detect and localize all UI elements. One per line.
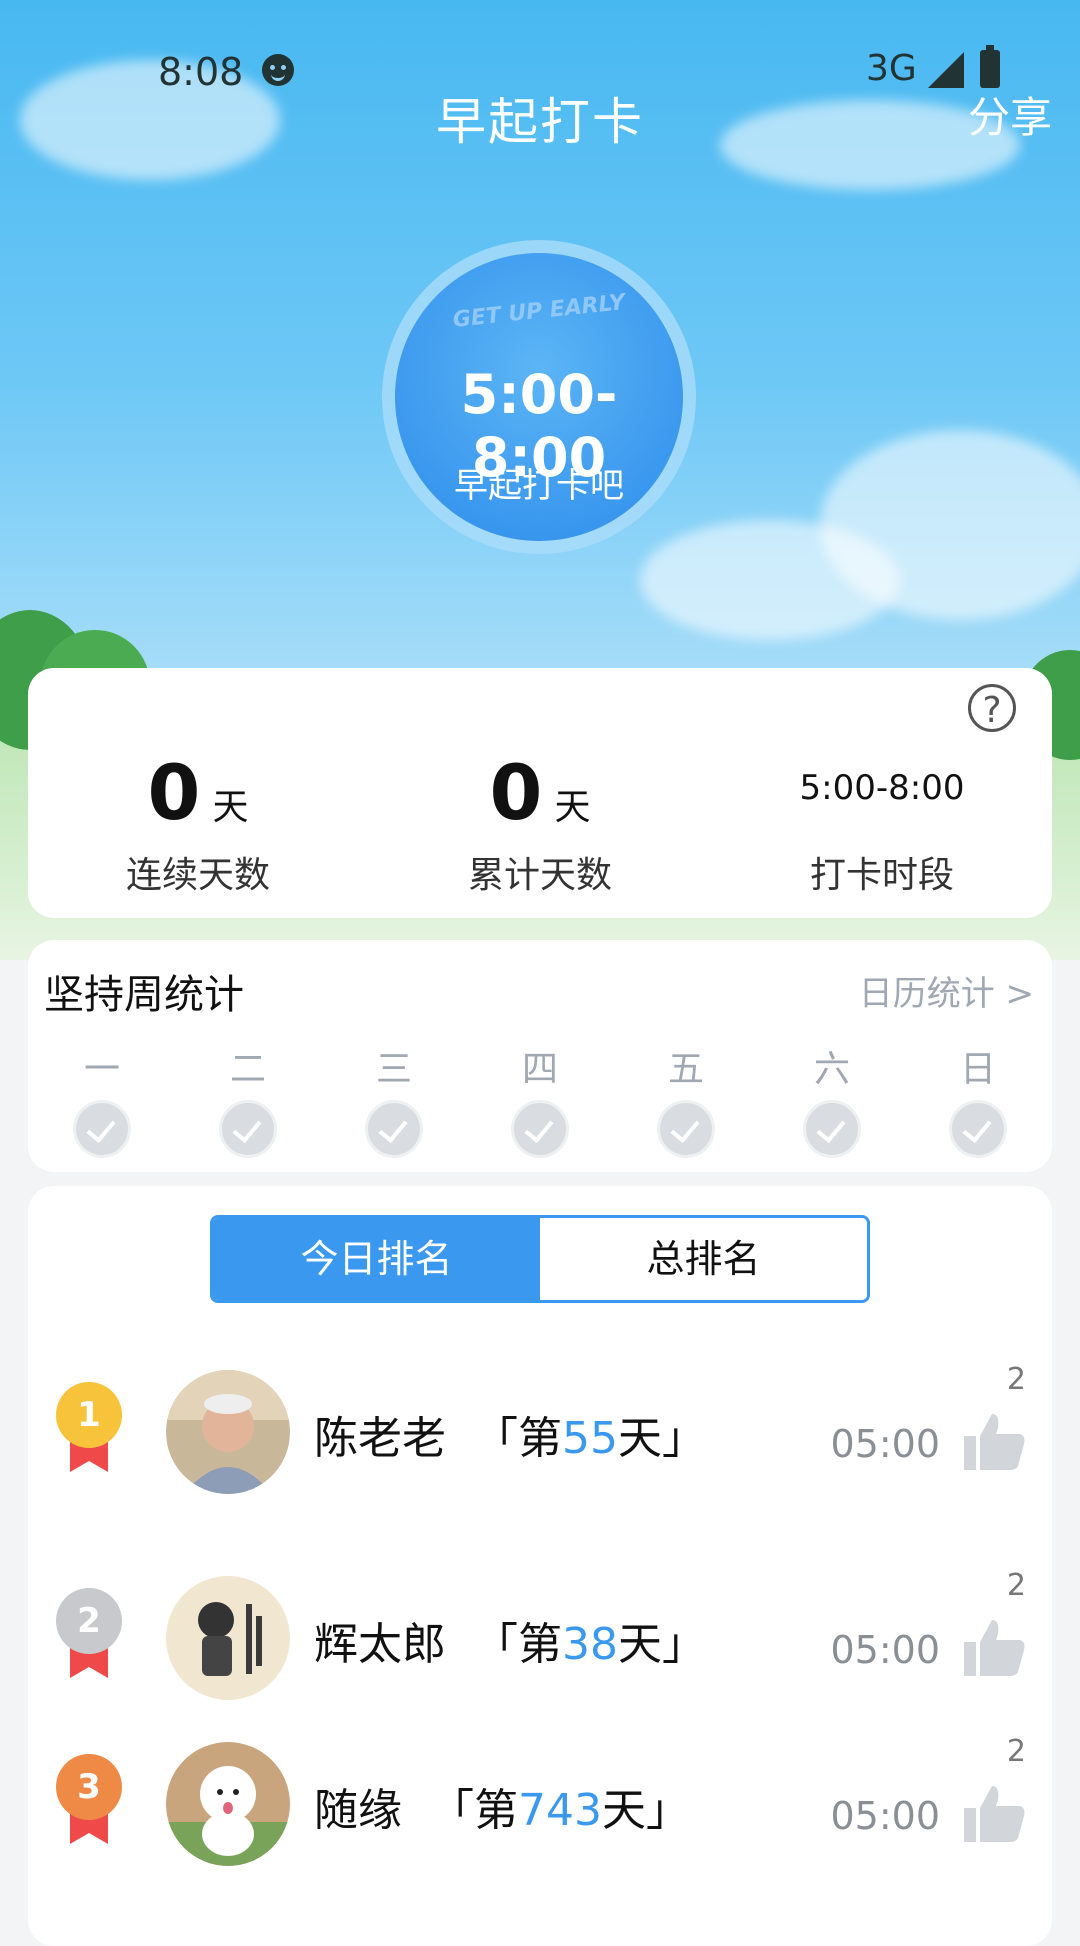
day-check-icon	[511, 1100, 569, 1158]
tab-total-ranking[interactable]: 总排名	[540, 1218, 867, 1300]
streak-days: 55	[561, 1413, 618, 1464]
ranking-row[interactable]: 1 陈老老 「第55天」 2 05:00	[28, 1334, 1052, 1534]
checkin-time: 05:00	[830, 1422, 940, 1466]
weekday-label: 四	[521, 1049, 558, 1090]
weekday-label: 二	[229, 1049, 266, 1090]
like-count: 2	[1006, 1568, 1026, 1603]
day-check-icon	[949, 1100, 1007, 1158]
streak-days: 38	[561, 1619, 618, 1670]
silver-medal-icon: 2	[56, 1588, 122, 1680]
help-icon[interactable]: ?	[968, 684, 1016, 732]
weekday-label: 三	[375, 1049, 412, 1090]
checkin-time: 05:00	[830, 1628, 940, 1672]
user-name-line: 辉太郎 「第38天」	[314, 1619, 706, 1670]
like-count: 2	[1006, 1362, 1026, 1397]
streak-days: 743	[517, 1785, 602, 1836]
checkin-button[interactable]: GET UP EARLY 5:00-8:00 早起打卡吧	[395, 253, 683, 541]
day-check-icon	[219, 1100, 277, 1158]
thumbs-up-icon[interactable]	[964, 1412, 1026, 1470]
like-count: 2	[1006, 1734, 1026, 1769]
page-title: 早起打卡	[436, 93, 644, 151]
weekly-stats-title: 坚持周统计	[44, 972, 244, 1018]
weekday-label: 日	[959, 1049, 996, 1090]
weekday-label: 一	[83, 1049, 120, 1090]
calendar-stats-link[interactable]: 日历统计 >	[859, 966, 1034, 1015]
consecutive-days-value: 0天	[147, 748, 249, 837]
bronze-medal-icon: 3	[56, 1754, 122, 1846]
weekday-label: 五	[667, 1049, 704, 1090]
user-name: 随缘	[314, 1785, 402, 1836]
day-check-icon	[365, 1100, 423, 1158]
avatar[interactable]	[166, 1370, 290, 1494]
day-check-icon	[73, 1100, 131, 1158]
thumbs-up-icon[interactable]	[964, 1784, 1026, 1842]
thumbs-up-icon[interactable]	[964, 1618, 1026, 1676]
ranking-tabs: 今日排名 总排名	[210, 1215, 870, 1303]
day-check-icon	[657, 1100, 715, 1158]
tab-today-ranking[interactable]: 今日排名	[213, 1218, 540, 1300]
user-name-line: 陈老老 「第55天」	[314, 1413, 706, 1464]
avatar[interactable]	[166, 1742, 290, 1866]
day-check-icon	[803, 1100, 861, 1158]
consecutive-days-label: 连续天数	[125, 855, 270, 896]
user-name-line: 随缘 「第743天」	[314, 1785, 690, 1836]
share-button[interactable]: 分享	[968, 84, 1052, 145]
total-days-label: 累计天数	[467, 855, 612, 896]
user-name: 辉太郎	[314, 1619, 446, 1670]
avatar[interactable]	[166, 1576, 290, 1700]
checkin-subtitle: 早起打卡吧	[454, 466, 624, 506]
checkin-period-label: 打卡时段	[809, 855, 954, 896]
checkin-time: 05:00	[830, 1794, 940, 1838]
ranking-row[interactable]: 3 随缘 「第743天」 2 05:00	[28, 1706, 1052, 1906]
user-name: 陈老老	[314, 1413, 446, 1464]
gold-medal-icon: 1	[56, 1382, 122, 1474]
total-days-value: 0天	[489, 748, 591, 837]
checkin-period-value: 5:00-8:00	[799, 768, 965, 808]
weekday-label: 六	[813, 1049, 850, 1090]
